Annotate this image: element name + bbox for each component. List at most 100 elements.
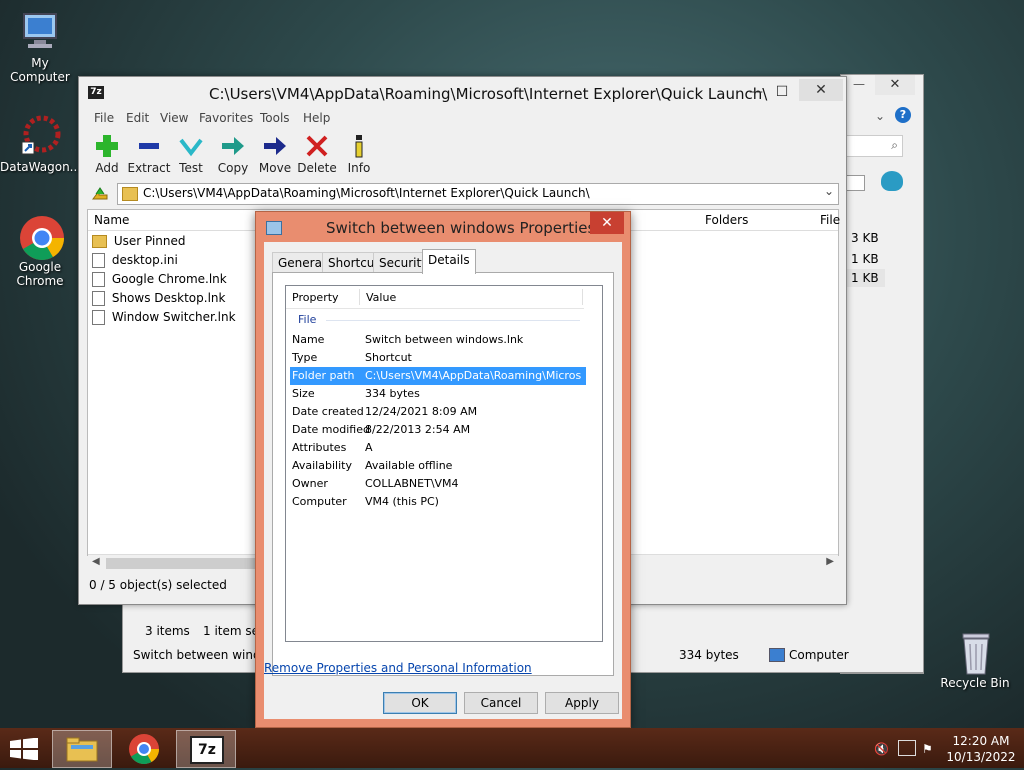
chrome-icon (18, 214, 64, 260)
menu-help[interactable]: Help (303, 111, 330, 125)
chevron-down-icon[interactable]: ⌄ (824, 184, 834, 198)
properties-header: Property Value (286, 286, 584, 309)
search-box[interactable]: ⌕ (845, 135, 903, 157)
copy-button[interactable]: Copy (210, 133, 256, 175)
network-icon[interactable] (898, 740, 916, 756)
scrollbar-thumb[interactable] (106, 558, 256, 569)
address-bar[interactable]: C:\Users\VM4\AppData\Roaming\Microsoft\I… (117, 183, 839, 205)
start-button[interactable] (10, 737, 38, 761)
file-icon (92, 272, 105, 287)
window-title: C:\Users\VM4\AppData\Roaming\Microsoft\I… (209, 85, 768, 103)
dialog-close-button[interactable]: ✕ (590, 212, 624, 234)
recycle-bin-icon (953, 630, 997, 675)
property-row[interactable]: Size 334 bytes (290, 385, 586, 403)
dialog-title: Switch between windows Properties (326, 219, 596, 237)
apply-button[interactable]: Apply (545, 692, 619, 714)
menu-favorites[interactable]: Favorites (199, 111, 253, 125)
copy-arrow-icon (220, 133, 246, 159)
desktop-icon-recycle-bin[interactable]: Recycle Bin (935, 630, 1015, 690)
details-tab-page: Property Value File Name Switch between w… (264, 272, 614, 676)
cancel-button[interactable]: Cancel (464, 692, 538, 714)
column-header-name[interactable]: Name (94, 213, 129, 227)
menu-view[interactable]: View (160, 111, 188, 125)
desktop-icon-my-computer[interactable]: My Computer (0, 10, 80, 84)
delete-button[interactable]: Delete (294, 133, 340, 175)
properties-dialog[interactable]: Switch between windows Properties ✕ Gene… (255, 211, 631, 728)
list-item[interactable]: Shows Desktop.lnk (92, 289, 225, 307)
property-row[interactable]: Type Shortcut (290, 349, 586, 367)
folder-icon (66, 737, 98, 762)
property-row-selected[interactable]: Folder path C:\Users\VM4\AppData\Roaming\… (290, 367, 586, 385)
file-icon (92, 291, 105, 306)
shell-icon (881, 171, 903, 191)
go-up-button[interactable] (91, 185, 109, 201)
plus-icon (94, 133, 120, 159)
menu-bar: File Edit View Favorites Tools Help (79, 109, 846, 129)
taskbar-7zip[interactable]: 7z (176, 730, 236, 768)
status-items-count: 3 items (145, 624, 190, 638)
taskbar-file-explorer[interactable] (52, 730, 112, 768)
details-file-name: Switch between windo (133, 648, 268, 662)
action-center-icon[interactable]: ⚑ (922, 742, 933, 756)
property-row[interactable]: Owner COLLABNET\VM4 (290, 475, 586, 493)
group-header-file: File (298, 313, 584, 326)
menu-file[interactable]: File (94, 111, 114, 125)
remove-properties-link[interactable]: Remove Properties and Personal Informati… (264, 661, 532, 675)
list-item[interactable]: User Pinned (92, 232, 186, 250)
list-item[interactable]: Google Chrome.lnk (92, 270, 227, 288)
scroll-right-icon[interactable]: ▶ (826, 556, 834, 567)
column-header-files[interactable]: File (820, 213, 840, 227)
status-selected-count: 1 item sel (203, 624, 263, 638)
property-row[interactable]: Date modified 8/22/2013 2:54 AM (290, 421, 586, 439)
scroll-left-icon[interactable]: ◀ (92, 556, 100, 567)
clock-date: 10/13/2022 (946, 750, 1016, 764)
column-header-value[interactable]: Value (366, 291, 396, 304)
datawagon-icon (18, 114, 62, 158)
test-button[interactable]: Test (168, 133, 214, 175)
7zip-app-icon: 7z (88, 86, 104, 99)
menu-edit[interactable]: Edit (126, 111, 149, 125)
windows-logo-icon (10, 737, 38, 761)
property-row[interactable]: Computer VM4 (this PC) (290, 493, 586, 511)
property-row[interactable]: Availability Available offline (290, 457, 586, 475)
column-header-property[interactable]: Property (292, 291, 339, 304)
desktop-icon-label: My Computer (10, 56, 70, 84)
view-toggle-icon[interactable] (845, 175, 865, 191)
delete-x-icon (304, 133, 330, 159)
list-item[interactable]: desktop.ini (92, 251, 178, 269)
extract-button[interactable]: Extract (126, 133, 172, 175)
move-arrow-icon (262, 133, 288, 159)
volume-muted-icon[interactable]: 🔇 (874, 742, 889, 756)
close-button[interactable]: ✕ (799, 79, 843, 101)
taskbar: 7z 🔇 ⚑ 12:20 AM 10/13/2022 (0, 728, 1024, 768)
desktop-icon-datawagon[interactable]: DataWagon... (0, 114, 81, 174)
taskbar-google-chrome[interactable] (114, 730, 174, 768)
maximize-button[interactable]: ☐ (767, 81, 797, 103)
toolbar: Add Extract Test Copy Move Delete Info (79, 131, 846, 181)
details-location: Computer (789, 648, 849, 662)
desktop-icon-google-chrome[interactable]: Google Chrome (0, 214, 80, 288)
help-icon[interactable]: ? (895, 107, 911, 123)
minimize-button[interactable]: — (849, 77, 869, 93)
list-item[interactable]: Window Switcher.lnk (92, 308, 236, 326)
move-button[interactable]: Move (252, 133, 298, 175)
settings-file-icon (92, 253, 105, 268)
explorer-close-button[interactable]: ✕ (875, 75, 915, 95)
properties-icon (266, 221, 282, 235)
property-row[interactable]: Date created 12/24/2021 8:09 AM (290, 403, 586, 421)
group-divider (326, 320, 580, 321)
info-button[interactable]: Info (336, 133, 382, 175)
properties-list[interactable]: Property Value File Name Switch between w… (285, 285, 603, 642)
chevron-down-icon[interactable]: ⌄ (875, 109, 885, 123)
clock[interactable]: 12:20 AM 10/13/2022 (944, 733, 1018, 765)
column-header-folders[interactable]: Folders (705, 213, 748, 227)
clock-time: 12:20 AM (952, 734, 1010, 748)
tab-details[interactable]: Details (422, 249, 476, 274)
property-row[interactable]: Attributes A (290, 439, 586, 457)
menu-tools[interactable]: Tools (260, 111, 290, 125)
property-row[interactable]: Name Switch between windows.lnk (290, 331, 586, 349)
add-button[interactable]: Add (84, 133, 130, 175)
explorer-window[interactable]: — ✕ ⌄ ? ⌕ 3 KB 1 KB 1 KB (840, 74, 924, 674)
ok-button[interactable]: OK (383, 692, 457, 714)
7zip-titlebar[interactable]: 7z C:\Users\VM4\AppData\Roaming\Microsof… (79, 77, 846, 109)
